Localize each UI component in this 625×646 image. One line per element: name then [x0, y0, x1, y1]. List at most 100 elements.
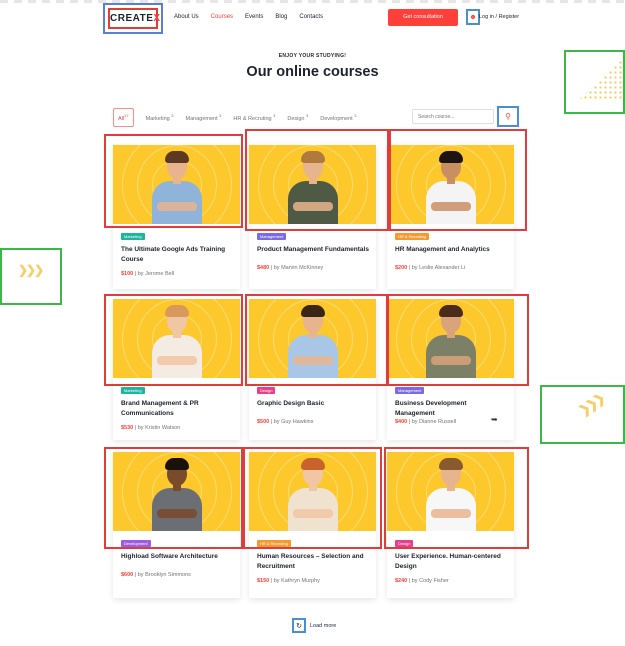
instructor-photo: [151, 302, 202, 378]
course-image[interactable]: [387, 145, 514, 224]
main-nav: About Us Courses Events Blog Contacts: [174, 14, 323, 20]
filter-design[interactable]: Design 3: [287, 113, 308, 122]
nav-blog[interactable]: Blog: [275, 14, 287, 20]
course-card[interactable]: Marketing Brand Management & PR Communica…: [113, 299, 240, 440]
top-dashed-border: [0, 0, 625, 3]
filter-hr-recruting[interactable]: HR & Recruting 3: [233, 113, 275, 122]
search-button[interactable]: ⚲: [497, 106, 519, 127]
course-title[interactable]: Product Management Fundamentals: [257, 245, 369, 255]
course-image[interactable]: [387, 452, 514, 531]
course-meta: $200 | by Leslie Alexander Li: [395, 265, 465, 271]
course-meta: $500 | by Guy Hawkins: [257, 419, 313, 425]
course-category-badge[interactable]: Marketing: [121, 387, 145, 394]
course-title[interactable]: HR Management and Analytics: [395, 245, 507, 255]
search-icon: ⚲: [505, 112, 511, 121]
instructor-photo: [287, 148, 338, 224]
logo-highlight: CREATEX: [103, 3, 163, 34]
course-price: $100: [121, 271, 134, 277]
instructor-photo: [151, 455, 202, 531]
course-category-badge[interactable]: Marketing: [121, 233, 145, 240]
course-card[interactable]: Design User Experience. Human-centered De…: [387, 452, 514, 598]
course-category-badge[interactable]: Management: [395, 387, 425, 394]
course-meta: $400 | by Dianne Russell: [395, 419, 456, 425]
course-price: $600: [121, 572, 134, 578]
course-image[interactable]: [113, 145, 240, 224]
logo-text: CREATE: [110, 13, 154, 24]
course-price: $240: [395, 578, 408, 584]
course-author: | by Brooklyn Simmons: [134, 572, 191, 578]
course-category-badge[interactable]: Management: [257, 233, 287, 240]
course-price: $530: [121, 425, 134, 431]
course-price: $150: [257, 578, 270, 584]
filter-marketing[interactable]: Marketing 3: [146, 113, 174, 122]
course-category-badge[interactable]: HR & Recruting: [257, 540, 291, 547]
course-category-badge[interactable]: Design: [257, 387, 276, 394]
filter-management[interactable]: Management 3: [186, 113, 222, 122]
filter-all[interactable]: All17: [113, 108, 134, 127]
course-author: | by Kathryn Murphy: [270, 578, 320, 584]
refresh-icon: ↻: [292, 618, 306, 633]
course-title[interactable]: User Experience. Human-centered Design: [395, 552, 507, 572]
course-meta: $530 | by Kristin Watson: [121, 425, 180, 431]
course-title[interactable]: The Ultimate Google Ads Training Course: [121, 245, 233, 265]
course-image[interactable]: [113, 299, 240, 378]
logo[interactable]: CREATEX: [108, 8, 161, 29]
course-author: | by Leslie Alexander Li: [408, 265, 466, 271]
course-title[interactable]: Highload Software Architecture: [121, 552, 233, 562]
course-card[interactable]: Marketing The Ultimate Google Ads Trainin…: [113, 145, 240, 289]
login-button[interactable]: ☻: [466, 9, 480, 25]
course-price: $400: [395, 419, 408, 425]
nav-events[interactable]: Events: [245, 14, 263, 20]
nav-courses[interactable]: Courses: [211, 14, 233, 20]
course-card[interactable]: Design Graphic Design Basic $500 | by Guy …: [249, 299, 376, 440]
course-category-badge[interactable]: Development: [121, 540, 151, 547]
load-more-label: Load more: [310, 622, 337, 629]
course-author: | by Guy Hawkins: [270, 419, 314, 425]
nav-about-us[interactable]: About Us: [174, 14, 199, 20]
page-title: Our online courses: [246, 64, 379, 80]
load-more-button[interactable]: ↻ Load more: [292, 618, 336, 633]
instructor-photo: [151, 148, 202, 224]
course-card[interactable]: HR & Recruting HR Management and Analytic…: [387, 145, 514, 289]
get-consultation-button[interactable]: Get consultation: [388, 9, 458, 26]
course-image[interactable]: [249, 452, 376, 531]
instructor-photo: [425, 302, 476, 378]
decorative-chevrons-right: ❯❯❯: [540, 385, 625, 444]
course-author: | by Kristin Watson: [134, 425, 181, 431]
nav-contacts[interactable]: Contacts: [299, 14, 323, 20]
course-card[interactable]: Management Product Management Fundamental…: [249, 145, 376, 289]
mouse-cursor-icon: ➥: [491, 415, 498, 424]
decorative-chevrons-left: ❯❯❯: [0, 248, 62, 305]
course-image[interactable]: [113, 452, 240, 531]
course-image[interactable]: [249, 299, 376, 378]
course-meta: $600 | by Brooklyn Simmons: [121, 572, 191, 578]
course-card[interactable]: HR & Recruting Human Resources – Selectio…: [249, 452, 376, 598]
instructor-photo: [425, 148, 476, 224]
course-meta: $150 | by Kathryn Murphy: [257, 578, 320, 584]
filter-development[interactable]: Development 3: [320, 113, 356, 122]
course-author: | by Dianne Russell: [408, 419, 457, 425]
course-title[interactable]: Graphic Design Basic: [257, 399, 369, 409]
course-price: $480: [257, 265, 270, 271]
course-author: | by Marvin McKinney: [270, 265, 324, 271]
course-price: $200: [395, 265, 408, 271]
course-image[interactable]: [387, 299, 514, 378]
course-author: | by Cody Fisher: [408, 578, 449, 584]
course-meta: $480 | by Marvin McKinney: [257, 265, 323, 271]
course-image[interactable]: [249, 145, 376, 224]
course-price: $500: [257, 419, 270, 425]
course-title[interactable]: Human Resources – Selection and Recruitm…: [257, 552, 369, 572]
course-category-badge[interactable]: HR & Recruting: [395, 233, 429, 240]
course-card[interactable]: Development Highload Software Architectur…: [113, 452, 240, 598]
search-input[interactable]: [412, 109, 494, 124]
instructor-photo: [425, 455, 476, 531]
course-filters: All17 Marketing 3 Management 3 HR & Recr…: [113, 108, 356, 127]
course-author: | by Jerome Bell: [134, 271, 175, 277]
decorative-dots: [564, 50, 625, 114]
instructor-photo: [287, 455, 338, 531]
logo-x: X: [153, 13, 161, 24]
course-title[interactable]: Brand Management & PR Communications: [121, 399, 233, 419]
course-meta: $240 | by Cody Fisher: [395, 578, 449, 584]
login-register-link[interactable]: Log in / Register: [479, 14, 519, 20]
course-category-badge[interactable]: Design: [395, 540, 414, 547]
